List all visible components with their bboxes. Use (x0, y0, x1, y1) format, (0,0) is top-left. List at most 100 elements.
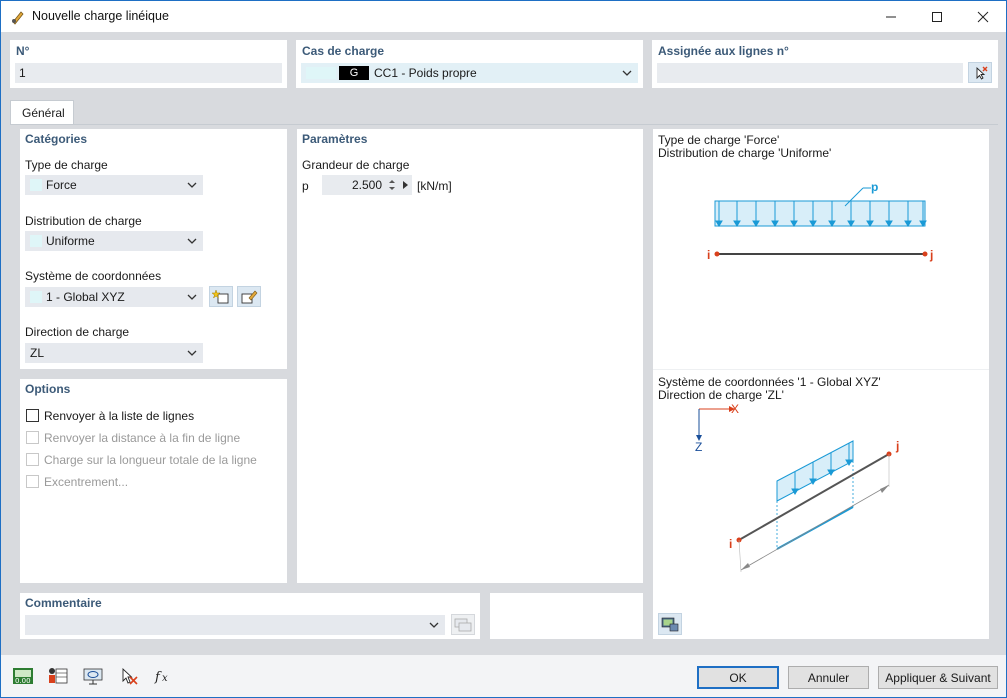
coord-system-select[interactable]: 1 - Global XYZ (25, 287, 203, 307)
comment-select[interactable] (25, 615, 445, 635)
preview-panel: Type de charge 'Force' Distribution de c… (653, 129, 989, 639)
axis-x-label: X (731, 402, 740, 416)
checkbox-return-distance[interactable] (26, 431, 39, 444)
cancel-button[interactable]: Annuler (788, 666, 869, 689)
comment-title: Commentaire (25, 596, 102, 610)
chevron-down-icon (187, 238, 197, 244)
dialog-window: Nouvelle charge linéique N° 1 Cas de cha… (0, 0, 1007, 698)
load-case-label: Cas de charge (302, 44, 385, 58)
options-title: Options (25, 382, 71, 396)
apply-next-button-label: Appliquer & Suivant (885, 670, 991, 685)
preview-load-type-text: Type de charge 'Force' (658, 133, 780, 147)
increment-arrow-icon[interactable] (401, 179, 409, 191)
spin-updown-icon[interactable] (388, 177, 396, 193)
ok-button[interactable]: OK (697, 666, 779, 689)
svg-text:0.00: 0.00 (15, 677, 31, 685)
ok-button-label: OK (729, 670, 747, 685)
checkbox-return-line-list[interactable] (26, 409, 39, 422)
formula-button[interactable]: f x (151, 665, 175, 687)
table-settings-icon (49, 668, 68, 684)
edit-coord-system-button[interactable] (237, 286, 261, 307)
distribution-value: Uniforme (46, 234, 95, 248)
chevron-down-icon (622, 70, 632, 76)
option-return-line-list-label: Renvoyer à la liste de lignes (44, 409, 195, 423)
direction-value: ZL (30, 346, 45, 360)
svg-text:x: x (162, 673, 168, 684)
coord-system-value: 1 - Global XYZ (46, 290, 125, 304)
magnitude-unit: [kN/m] (417, 179, 452, 193)
minimize-icon (886, 16, 896, 17)
number-panel: N° 1 (10, 40, 287, 88)
coord-system-label: Système de coordonnées (25, 269, 162, 283)
pick-cursor-icon (976, 66, 988, 80)
chevron-down-icon (187, 294, 197, 300)
comment-side-panel (490, 593, 643, 639)
units-icon: 0.00 (13, 668, 33, 685)
svg-text:f: f (154, 670, 162, 685)
close-button[interactable] (960, 1, 1006, 32)
parameters-panel: Paramètres Grandeur de charge p 2.500 [k… (297, 129, 643, 583)
chevron-down-icon (187, 182, 197, 188)
magnitude-value: 2.500 (351, 178, 382, 192)
chevron-down-icon (187, 350, 197, 356)
display-settings-icon (661, 617, 679, 632)
load-case-badge: G (339, 66, 369, 80)
formula-icon: f x (154, 670, 168, 685)
preview-distribution-text: Distribution de charge 'Uniforme' (658, 146, 832, 160)
distribution-label: Distribution de charge (25, 214, 142, 228)
coord-j-label: j (896, 439, 900, 453)
preview-divider (653, 369, 989, 370)
magnitude-label: Grandeur de charge (302, 158, 410, 172)
assigned-lines-field[interactable] (657, 63, 963, 83)
maximize-icon (932, 11, 942, 22)
number-value: 1 (19, 66, 26, 80)
coord-system-swatch (30, 291, 42, 303)
window-title: Nouvelle charge linéique (32, 9, 169, 23)
load-case-select[interactable]: G CC1 - Poids propre (301, 63, 638, 83)
direction-select[interactable]: ZL (25, 343, 203, 363)
distribution-select[interactable]: Uniforme (25, 231, 203, 251)
parameters-title: Paramètres (302, 132, 368, 146)
tab-general[interactable]: Général (10, 100, 74, 125)
minimize-button[interactable] (868, 1, 914, 32)
checkbox-total-length[interactable] (26, 453, 39, 466)
option-eccentricity-label: Excentrement... (44, 475, 129, 489)
apply-next-button[interactable]: Appliquer & Suivant (878, 666, 998, 689)
load-case-swatch (306, 67, 336, 79)
view-button[interactable] (81, 665, 105, 687)
magnitude-spinbox[interactable]: 2.500 (322, 175, 412, 195)
distribution-swatch (30, 235, 42, 247)
comment-panel: Commentaire (20, 593, 480, 639)
load-type-value: Force (46, 178, 77, 192)
comment-library-icon (454, 618, 472, 631)
preview-i-label: i (707, 248, 711, 262)
tab-general-label: Général (22, 106, 65, 120)
number-field[interactable]: 1 (15, 63, 282, 83)
delete-cursor-icon (122, 667, 138, 685)
new-coord-system-button[interactable] (209, 286, 233, 307)
preview-j-label: j (930, 248, 934, 262)
chevron-down-icon (429, 622, 439, 628)
title-bar[interactable]: Nouvelle charge linéique (1, 1, 1006, 32)
options-panel: Options Renvoyer à la liste de lignes Re… (20, 379, 287, 583)
units-button[interactable]: 0.00 (11, 665, 35, 687)
delete-selection-button[interactable] (116, 665, 140, 687)
preview-options-button[interactable] (658, 613, 682, 635)
uniform-load-diagram (714, 187, 928, 257)
categories-panel: Catégories Type de charge Force Distribu… (20, 129, 287, 369)
new-coord-system-icon (212, 288, 229, 303)
load-type-select[interactable]: Force (25, 175, 203, 195)
load-type-swatch (30, 179, 42, 191)
pick-lines-button[interactable] (968, 62, 992, 83)
table-settings-button[interactable] (46, 665, 70, 687)
maximize-button[interactable] (914, 1, 960, 32)
comment-library-button[interactable] (451, 614, 475, 635)
axis-z-label: Z (695, 440, 703, 454)
load-case-value: CC1 - Poids propre (374, 66, 477, 80)
app-icon (12, 11, 24, 25)
checkbox-eccentricity[interactable] (26, 475, 39, 488)
edit-coord-system-icon (241, 290, 258, 303)
coord-load-diagram (696, 406, 892, 573)
cancel-button-label: Annuler (807, 670, 850, 685)
categories-title: Catégories (25, 132, 88, 146)
